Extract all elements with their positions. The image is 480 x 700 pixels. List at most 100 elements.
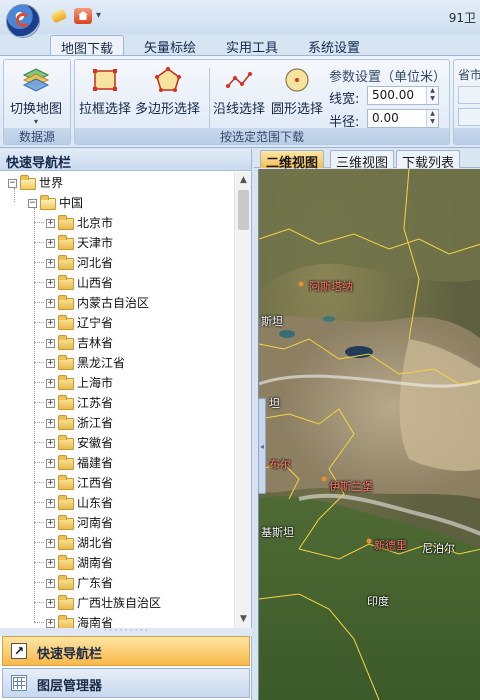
city-marker[interactable] xyxy=(366,538,372,544)
expand-icon[interactable]: + xyxy=(46,399,55,408)
app-menu-orb-button[interactable] xyxy=(6,4,40,38)
folder-icon xyxy=(58,414,74,430)
expand-icon[interactable]: + xyxy=(46,319,55,328)
province-city-field[interactable] xyxy=(458,86,480,104)
tree-node-province[interactable]: + 河南省 xyxy=(46,514,113,534)
tree-node-label: 浙江省 xyxy=(77,416,114,430)
satellite-map[interactable]: 阿斯塔纳 布尔 伊斯兰堡 新德里 斯坦 坦 基斯坦 尼泊尔 印度 xyxy=(258,169,480,700)
quick-access-home-icon[interactable] xyxy=(74,8,92,24)
radius-input[interactable]: 0.00 ▲ ▼ xyxy=(367,109,439,128)
tree-line xyxy=(34,302,44,303)
expand-icon[interactable]: + xyxy=(46,579,55,588)
tree-node-province[interactable]: + 湖南省 xyxy=(46,554,113,574)
line-width-spinner[interactable]: ▲ ▼ xyxy=(426,87,438,104)
tree-node-label: 山西省 xyxy=(77,276,114,290)
folder-open-icon xyxy=(20,174,36,190)
tree-node-province[interactable]: + 湖北省 xyxy=(46,534,113,554)
tab-map-download[interactable]: 地图下载 xyxy=(50,35,125,57)
tree-node-province[interactable]: + 内蒙古自治区 xyxy=(46,294,149,314)
polygon-select-label: 多边形选择 xyxy=(135,102,201,117)
scroll-thumb[interactable] xyxy=(238,190,249,230)
tree-node-province[interactable]: + 辽宁省 xyxy=(46,314,113,334)
tree-node-province[interactable]: + 江西省 xyxy=(46,474,113,494)
expand-icon[interactable]: + xyxy=(46,599,55,608)
scroll-down-icon[interactable]: ▼ xyxy=(235,611,252,628)
expand-icon[interactable]: + xyxy=(46,479,55,488)
expand-icon[interactable]: + xyxy=(46,339,55,348)
tree-node-china[interactable]: − 中国 xyxy=(28,194,83,214)
map-label-kabul: 布尔 xyxy=(269,458,291,471)
tree-node-province[interactable]: + 海南省 xyxy=(46,614,113,628)
expand-icon[interactable]: + xyxy=(46,459,55,468)
tree-node-province[interactable]: + 江苏省 xyxy=(46,394,113,414)
expand-icon[interactable]: + xyxy=(46,219,55,228)
expand-icon[interactable]: + xyxy=(46,539,55,548)
expand-icon[interactable]: + xyxy=(46,359,55,368)
tree-node-province[interactable]: + 北京市 xyxy=(46,214,113,234)
expand-icon[interactable]: + xyxy=(46,419,55,428)
map-label-stan: 斯坦 xyxy=(261,315,283,328)
tree-node-province[interactable]: + 福建省 xyxy=(46,454,113,474)
tree-node-world[interactable]: − 世界 xyxy=(8,174,63,194)
tree-node-province[interactable]: + 黑龙江省 xyxy=(46,354,125,374)
polygon-select-button[interactable]: 多边形选择 xyxy=(135,66,200,117)
folder-icon xyxy=(58,614,74,628)
expand-icon[interactable]: + xyxy=(46,279,55,288)
tree-node-province[interactable]: + 天津市 xyxy=(46,234,113,254)
folder-icon xyxy=(58,234,74,250)
tab-download-list[interactable]: 下载列表 xyxy=(396,150,461,171)
expand-icon[interactable]: + xyxy=(46,299,55,308)
expand-icon[interactable]: + xyxy=(46,239,55,248)
line-select-button[interactable]: 沿线选择 xyxy=(213,66,265,117)
tree-node-province[interactable]: + 山西省 xyxy=(46,274,113,294)
collapse-icon[interactable]: − xyxy=(28,199,37,208)
collapse-icon[interactable]: − xyxy=(8,179,17,188)
app-logo-icon xyxy=(16,13,30,27)
quick-nav-button-label: 快速导航栏 xyxy=(37,647,103,662)
panel-collapse-handle[interactable]: ◂ xyxy=(258,398,266,494)
quick-nav-button[interactable]: ↗ 快速导航栏 xyxy=(2,636,250,666)
line-width-input[interactable]: 500.00 ▲ ▼ xyxy=(367,86,439,105)
tab-utilities[interactable]: 实用工具 xyxy=(216,35,288,56)
expand-icon[interactable]: + xyxy=(46,559,55,568)
expand-icon[interactable]: + xyxy=(46,259,55,268)
expand-icon[interactable]: + xyxy=(46,519,55,528)
folder-icon xyxy=(58,214,74,230)
radius-spinner[interactable]: ▲ ▼ xyxy=(426,110,438,127)
circle-select-button[interactable]: 圆形选择 xyxy=(271,66,323,117)
quick-access-dropdown-icon[interactable]: ▾ xyxy=(96,10,101,21)
tree-node-province[interactable]: + 广西壮族自治区 xyxy=(46,594,161,614)
tree-scrollbar[interactable]: ▲ ▼ xyxy=(234,172,251,628)
tree-node-province[interactable]: + 上海市 xyxy=(46,374,113,394)
tree-node-province[interactable]: + 山东省 xyxy=(46,494,113,514)
expand-icon[interactable]: + xyxy=(46,439,55,448)
tab-vector-plot[interactable]: 矢量标绘 xyxy=(134,35,206,56)
expand-icon[interactable]: + xyxy=(46,379,55,388)
tree-node-province[interactable]: + 浙江省 xyxy=(46,414,113,434)
group-province-city-label xyxy=(454,128,480,144)
splitter-grip[interactable]: · · · · · · · · · xyxy=(0,627,252,636)
tab-system-settings[interactable]: 系统设置 xyxy=(298,35,370,56)
expand-icon[interactable]: + xyxy=(46,499,55,508)
group-province-city: 省市 xyxy=(453,59,480,145)
tree-node-province[interactable]: + 广东省 xyxy=(46,574,113,594)
folder-icon xyxy=(58,374,74,390)
city-marker[interactable] xyxy=(321,476,327,482)
quick-access-tag-icon[interactable] xyxy=(50,8,68,24)
folder-icon xyxy=(58,254,74,270)
tree-node-province[interactable]: + 安徽省 xyxy=(46,434,113,454)
city-marker[interactable] xyxy=(298,281,304,287)
scroll-up-icon[interactable]: ▲ xyxy=(235,172,252,189)
tab-2d-view[interactable]: 二维视图 xyxy=(260,150,325,171)
expand-icon[interactable]: + xyxy=(46,619,55,628)
switch-map-button[interactable]: 切换地图 ▾ xyxy=(10,66,62,126)
province-city-field-2[interactable] xyxy=(458,108,480,126)
circle-select-label: 圆形选择 xyxy=(271,102,324,117)
tab-3d-view[interactable]: 三维视图 xyxy=(330,150,395,171)
tree-node-province[interactable]: + 河北省 xyxy=(46,254,113,274)
region-tree[interactable]: − 世界 − 中国 + 北京市 + 天津市 + 河北省 + 山西省 + 内蒙古自治区 + 辽宁省 + 吉林省 +… xyxy=(0,172,234,628)
tree-node-province[interactable]: + 吉林省 xyxy=(46,334,113,354)
layer-manager-button[interactable]: 图层管理器 xyxy=(2,668,250,698)
tree-node-label: 北京市 xyxy=(77,216,114,230)
rect-select-button[interactable]: 拉框选择 xyxy=(79,66,131,117)
